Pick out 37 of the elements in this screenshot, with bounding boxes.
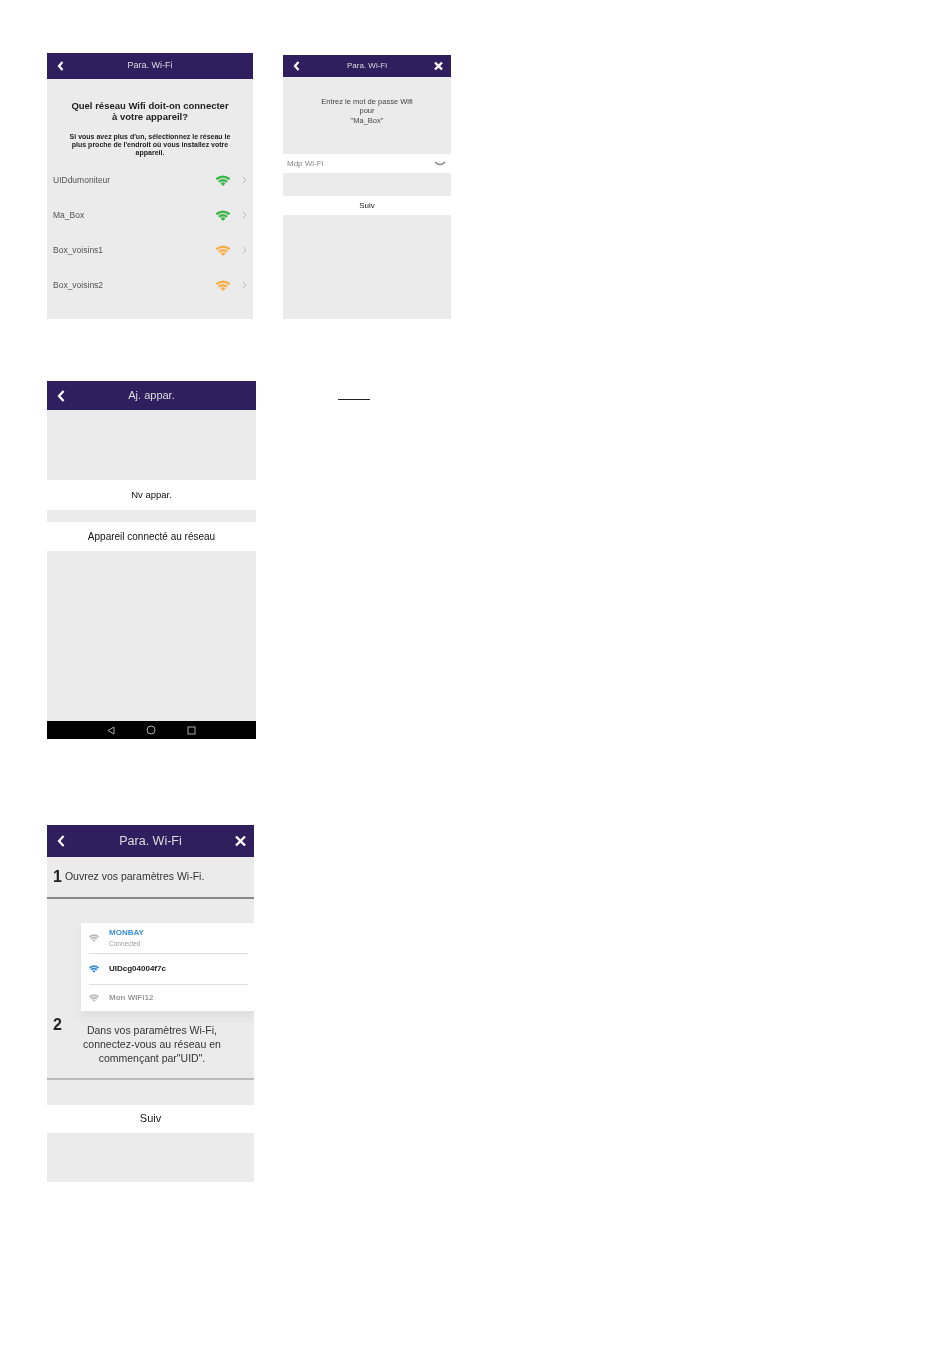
step-number: 1	[53, 869, 62, 885]
wifi-icon	[89, 994, 99, 1002]
network-name: UIDcg04004f7c	[109, 963, 166, 975]
network-name: MONBAY	[109, 927, 144, 940]
password-field[interactable]: Mdp Wi-Fi	[283, 154, 451, 174]
new-device-button[interactable]: Nv appar.	[47, 480, 256, 510]
wifi-icon	[89, 965, 99, 973]
network-row[interactable]: Box_voisins2	[47, 268, 253, 303]
chevron-icon	[242, 246, 247, 255]
step-text: Ouvrez vos paramètres Wi-Fi.	[64, 869, 205, 885]
network-name: Box_voisins2	[53, 279, 105, 292]
close-icon[interactable]	[235, 835, 246, 847]
connected-device-button[interactable]: Appareil connecté au réseau	[47, 522, 256, 551]
network-name: Box_voisins1	[53, 244, 105, 257]
network-row[interactable]: Box_voisins1	[47, 233, 253, 268]
home-icon[interactable]	[146, 725, 156, 735]
network-name: UIDdumoniteur	[53, 174, 112, 187]
chevron-icon	[242, 176, 247, 185]
screen-title: Para. Wi-Fi	[119, 832, 182, 850]
close-icon[interactable]	[434, 61, 443, 71]
chevron-icon	[242, 281, 247, 290]
wifi-icon	[89, 934, 99, 942]
screen-title: Para. Wi-Fi	[127, 59, 173, 73]
next-button[interactable]: Suiv	[283, 196, 451, 216]
step-text: Dans vos paramètres Wi-Fi, connectez-vous au réseau en commençant par"UID".	[82, 1023, 222, 1066]
step-number: 2	[53, 1017, 62, 1033]
network-row[interactable]: UIDdumoniteur	[47, 163, 253, 198]
next-button[interactable]: Suiv	[47, 1104, 254, 1133]
chevron-icon	[242, 211, 247, 220]
recent-apps-icon[interactable]	[186, 725, 196, 735]
question-text: Quel réseau Wifi doit-on connecter à votre appareil?	[71, 101, 229, 123]
screen-title: Aj. appar.	[128, 388, 175, 404]
network-row[interactable]: Ma_Box	[47, 198, 253, 233]
back-icon[interactable]	[107, 725, 116, 735]
network-name: Ma_Box	[53, 209, 86, 222]
network-name: Mon WiFi12	[109, 992, 154, 1004]
screen-title: Para. Wi-Fi	[347, 60, 387, 72]
